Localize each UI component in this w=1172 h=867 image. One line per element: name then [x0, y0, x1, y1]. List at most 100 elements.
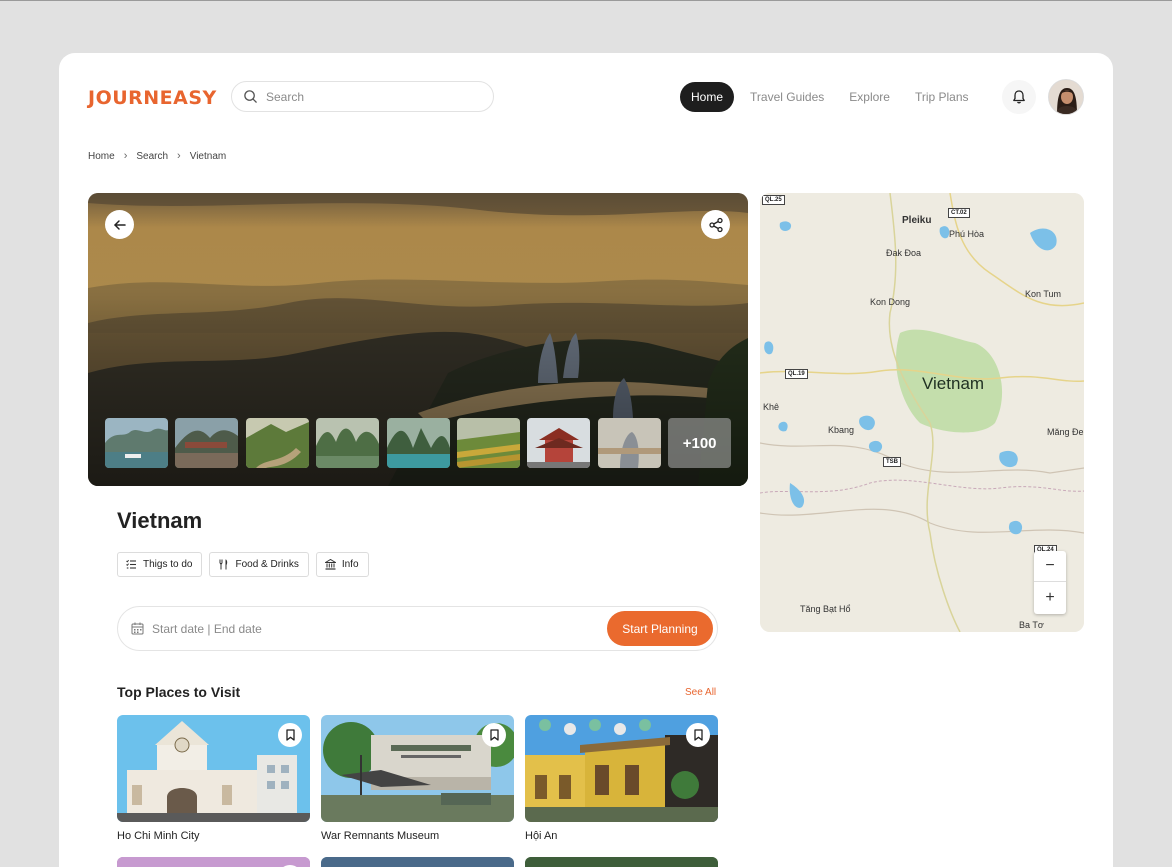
map-label: Tăng Bạt Hổ [800, 604, 851, 614]
zoom-in-button[interactable]: + [1034, 582, 1066, 613]
thumbnail[interactable] [105, 418, 168, 468]
map-label: Măng Đe [1047, 427, 1084, 437]
logo[interactable]: JOURNEASY [88, 87, 217, 109]
map-label: Phú Hòa [949, 229, 985, 239]
map-label: Đak Đoa [886, 248, 922, 258]
place-card[interactable] [525, 857, 718, 867]
zoom-controls: − + [1034, 551, 1066, 614]
route-shield: QL.19 [785, 369, 808, 379]
hero-gallery: +100 [88, 193, 748, 486]
thumbnail-image [527, 418, 591, 468]
thumbnail[interactable] [527, 418, 591, 468]
thumbnail[interactable] [245, 418, 309, 468]
user-avatar[interactable] [1048, 79, 1084, 115]
top-places-list: Ho Chi Minh City War Remnants Museum Hội… [117, 715, 729, 842]
thumbnail-image [105, 418, 168, 468]
main-nav: Home Travel Guides Explore Trip Plans [680, 82, 994, 112]
place-card[interactable]: Hội An [525, 715, 718, 842]
utensils-icon [219, 559, 228, 570]
nav-home[interactable]: Home [680, 82, 735, 112]
chevron-right-icon: › [123, 150, 128, 162]
category-chips: Thigs to do Food & Drinks Info [117, 552, 376, 577]
route-shield: QL.25 [762, 195, 785, 205]
place-card[interactable] [321, 857, 514, 867]
map-label: Kon Tum [1025, 289, 1062, 299]
chip-things-to-do[interactable]: Thigs to do [117, 552, 203, 577]
chip-food-drinks[interactable]: Food & Drinks [209, 552, 309, 577]
section-title: Top Places to Visit [117, 684, 241, 700]
place-name: Hội An [525, 830, 558, 842]
thumbnail[interactable] [175, 418, 239, 468]
page-title: Vietnam [117, 508, 203, 533]
map-panel[interactable]: QL.25 CT.02 QL.19 TSB QL.24 Pleiku Phú H… [760, 193, 1084, 632]
nav-travel-guides[interactable]: Travel Guides [750, 82, 824, 112]
place-card[interactable] [117, 857, 310, 867]
map-label: Ba Tơ [1019, 620, 1044, 630]
trip-planner-bar: Start Planning [117, 606, 718, 651]
route-shield: CT.02 [948, 208, 970, 218]
see-all-link[interactable]: See All [685, 687, 716, 698]
bookmark-button[interactable] [686, 723, 710, 747]
chip-label: Food & Drinks [235, 559, 299, 570]
search-bar[interactable] [231, 81, 494, 112]
place-name: Ho Chi Minh City [117, 830, 200, 842]
nav-trip-plans[interactable]: Trip Plans [915, 82, 969, 112]
search-input[interactable] [266, 89, 466, 104]
place-name: War Remnants Museum [321, 830, 440, 842]
bookmark-icon [693, 729, 703, 741]
thumbnail-image [316, 418, 380, 468]
thumbnail-image [245, 418, 309, 468]
breadcrumb-search[interactable]: Search [136, 151, 168, 162]
window-top-border [0, 0, 1172, 1]
place-image [525, 857, 718, 867]
thumbnail-image [386, 418, 450, 468]
thumbnail[interactable] [456, 418, 520, 468]
thumbnail[interactable] [386, 418, 450, 468]
bookmark-icon [285, 729, 295, 741]
start-planning-button[interactable]: Start Planning [607, 611, 713, 646]
breadcrumb-current: Vietnam [189, 150, 227, 162]
thumbnail-image [456, 418, 520, 468]
more-photos-button[interactable]: +100 [668, 418, 732, 468]
avatar-photo [1049, 80, 1083, 114]
chevron-right-icon: › [177, 150, 181, 162]
thumbnail-image [597, 418, 661, 468]
thumbnail-strip: +100 [105, 418, 739, 468]
zoom-out-button[interactable]: − [1034, 551, 1066, 582]
thumbnail[interactable] [316, 418, 380, 468]
chip-info[interactable]: Info [315, 552, 369, 577]
bookmark-button[interactable] [278, 723, 302, 747]
bank-icon [324, 559, 336, 570]
map-label: Kbang [828, 425, 855, 435]
share-icon [708, 217, 723, 232]
breadcrumb: Home › Search › Vietnam [88, 150, 226, 162]
calendar-icon [131, 622, 144, 635]
place-image [321, 857, 514, 867]
bookmark-button[interactable] [482, 723, 506, 747]
search-icon [244, 90, 257, 103]
bookmark-icon [489, 729, 499, 741]
thumbnail-image [175, 418, 239, 468]
arrow-left-icon [113, 219, 126, 230]
map-country-label: Vietnam [922, 374, 985, 393]
route-shield: TSB [883, 457, 901, 467]
back-button[interactable] [105, 210, 134, 239]
map-label: Pleiku [902, 215, 932, 226]
top-places-list-row-2 [117, 857, 729, 867]
place-card[interactable]: War Remnants Museum [321, 715, 514, 842]
date-range-input[interactable] [152, 621, 582, 636]
notifications-button[interactable] [1002, 80, 1036, 114]
chip-label: Thigs to do [143, 559, 193, 570]
list-icon [126, 559, 136, 569]
share-button[interactable] [701, 210, 730, 239]
breadcrumb-home[interactable]: Home [88, 151, 115, 162]
map-label: Khê [763, 402, 780, 412]
bell-icon [1013, 90, 1025, 104]
place-image [117, 857, 310, 867]
main-card: JOURNEASY Home Travel Guides Explore Tri… [59, 53, 1113, 867]
place-card[interactable]: Ho Chi Minh City [117, 715, 310, 842]
nav-explore[interactable]: Explore [849, 82, 890, 112]
chip-label: Info [341, 559, 359, 570]
map-label: Kon Dong [870, 297, 911, 307]
thumbnail[interactable] [597, 418, 661, 468]
